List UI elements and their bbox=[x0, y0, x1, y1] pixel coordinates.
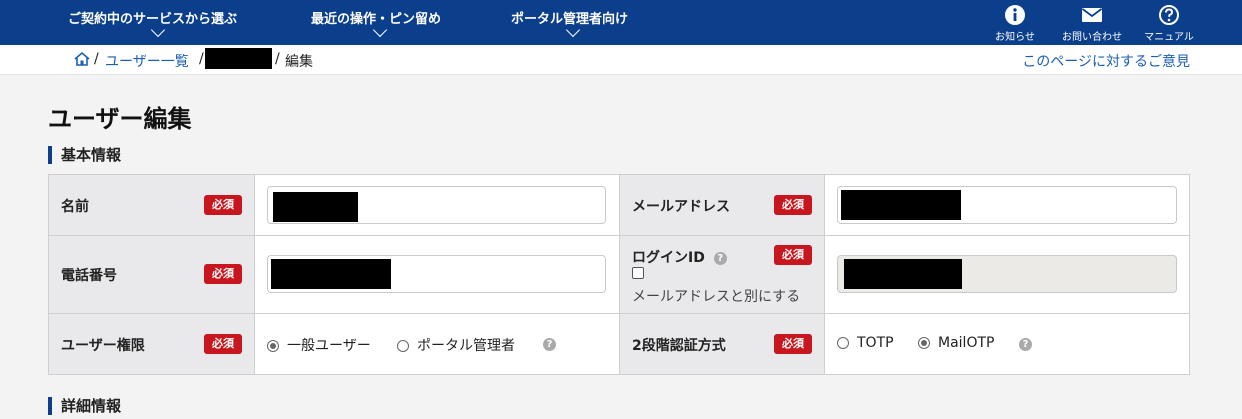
mfa-value-cell: TOTP MailOTP ? bbox=[825, 314, 1189, 374]
nav-services-menu[interactable]: ご契約中のサービスから選ぶ bbox=[68, 0, 253, 45]
notices-button[interactable]: お知らせ bbox=[980, 4, 1050, 44]
mfa-totp-option[interactable]: TOTP bbox=[837, 335, 894, 351]
email-label-cell: メールアドレス 必須 bbox=[620, 175, 825, 236]
info-icon bbox=[1005, 5, 1025, 25]
role-admin-radio[interactable] bbox=[397, 340, 409, 352]
mfa-mailotp-option[interactable]: MailOTP bbox=[918, 335, 994, 351]
nav-admin-menu[interactable]: ポータル管理者向け bbox=[511, 0, 641, 45]
breadcrumb: / ユーザー一覧 / / 編集 このページに対するご意見 bbox=[0, 45, 1242, 75]
mfa-mailotp-radio[interactable] bbox=[918, 337, 930, 349]
role-general-label: 一般ユーザー bbox=[287, 338, 371, 354]
mfa-totp-radio[interactable] bbox=[837, 337, 849, 349]
contact-label: お問い合わせ bbox=[1062, 32, 1122, 43]
mfa-totp-label: TOTP bbox=[857, 335, 894, 351]
name-label: 名前 bbox=[61, 199, 89, 215]
help-circle-icon bbox=[1159, 5, 1179, 25]
breadcrumb-users-list[interactable]: ユーザー一覧 bbox=[105, 51, 189, 71]
breadcrumb-current: 編集 bbox=[285, 54, 313, 70]
feedback-link[interactable]: このページに対するご意見 bbox=[1022, 51, 1190, 71]
login-id-input[interactable] bbox=[837, 255, 1177, 293]
role-admin-label: ポータル管理者 bbox=[417, 338, 515, 354]
redacted-phone-value bbox=[271, 259, 391, 289]
name-label-cell: 名前 必須 bbox=[49, 175, 255, 236]
required-badge: 必須 bbox=[204, 264, 242, 284]
required-badge: 必須 bbox=[774, 195, 812, 215]
phone-label: 電話番号 bbox=[61, 268, 117, 284]
required-badge: 必須 bbox=[774, 245, 812, 265]
mail-icon bbox=[1081, 8, 1103, 22]
section-title-basic: 基本情報 bbox=[48, 146, 121, 164]
manual-label: マニュアル bbox=[1144, 32, 1194, 43]
contact-button[interactable]: お問い合わせ bbox=[1057, 4, 1127, 44]
role-value-cell: 一般ユーザー ポータル管理者 ? bbox=[255, 314, 620, 374]
login-id-label-text: ログインID bbox=[632, 250, 705, 266]
name-input[interactable] bbox=[267, 186, 606, 224]
redacted-name-value bbox=[273, 192, 358, 222]
breadcrumb-separator: / bbox=[275, 51, 280, 67]
redacted-login-id-value bbox=[844, 259, 962, 289]
mfa-label: 2段階認証方式 bbox=[632, 338, 726, 354]
login-id-label: ログインID ? bbox=[632, 247, 727, 267]
separate-login-label: メールアドレスと別にする bbox=[632, 289, 801, 305]
mfa-mailotp-label: MailOTP bbox=[938, 335, 995, 351]
phone-value-cell bbox=[255, 236, 620, 314]
nav-admin-label: ポータル管理者向け bbox=[511, 12, 629, 27]
basic-info-form: 名前 必須 メールアドレス 必須 電話番号 必須 ログインID ? 必須 メール… bbox=[48, 174, 1190, 375]
nav-services-label: ご契約中のサービスから選ぶ bbox=[68, 12, 238, 27]
email-input[interactable] bbox=[837, 186, 1177, 224]
notices-label: お知らせ bbox=[995, 32, 1035, 43]
email-value-cell bbox=[825, 175, 1189, 236]
manual-button[interactable]: マニュアル bbox=[1134, 4, 1204, 44]
breadcrumb-separator: / bbox=[94, 51, 99, 67]
nav-recent-menu[interactable]: 最近の操作・ピン留め bbox=[311, 0, 456, 45]
redacted-user-name bbox=[205, 48, 272, 69]
role-admin-option[interactable]: ポータル管理者 bbox=[397, 335, 515, 355]
home-icon[interactable] bbox=[73, 51, 91, 67]
section-title-detail: 詳細情報 bbox=[48, 397, 121, 415]
nav-recent-label: 最近の操作・ピン留め bbox=[311, 12, 442, 27]
help-icon[interactable]: ? bbox=[713, 251, 727, 265]
role-label: ユーザー権限 bbox=[61, 338, 145, 354]
phone-input[interactable] bbox=[267, 255, 606, 293]
role-label-cell: ユーザー権限 必須 bbox=[49, 314, 255, 374]
login-id-label-cell: ログインID ? 必須 メールアドレスと別にする bbox=[620, 236, 825, 314]
name-value-cell bbox=[255, 175, 620, 236]
help-icon[interactable]: ? bbox=[543, 338, 556, 351]
role-general-option[interactable]: 一般ユーザー bbox=[267, 335, 371, 355]
required-badge: 必須 bbox=[204, 334, 242, 354]
role-general-radio[interactable] bbox=[267, 340, 279, 352]
page-title: ユーザー編集 bbox=[48, 105, 192, 133]
mfa-label-cell: 2段階認証方式 必須 bbox=[620, 314, 825, 374]
required-badge: 必須 bbox=[204, 195, 242, 215]
email-label: メールアドレス bbox=[632, 199, 730, 215]
required-badge: 必須 bbox=[774, 334, 812, 354]
help-icon[interactable]: ? bbox=[1019, 338, 1032, 351]
top-nav: ご契約中のサービスから選ぶ 最近の操作・ピン留め ポータル管理者向け お知らせ … bbox=[0, 0, 1242, 45]
phone-label-cell: 電話番号 必須 bbox=[49, 236, 255, 314]
separate-login-checkbox[interactable] bbox=[632, 267, 644, 279]
login-id-value-cell bbox=[825, 236, 1189, 314]
redacted-email-value bbox=[841, 190, 961, 220]
breadcrumb-separator: / bbox=[199, 51, 204, 67]
